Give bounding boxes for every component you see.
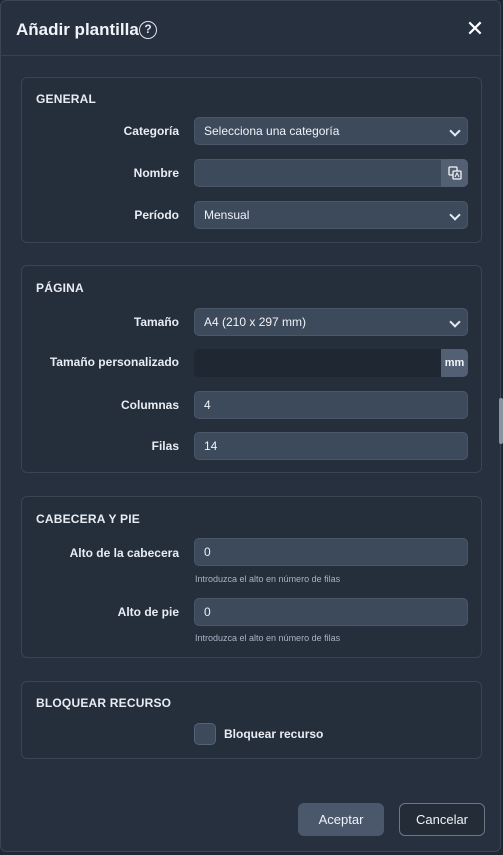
name-label: Nombre — [133, 166, 179, 180]
accept-button[interactable]: Aceptar — [298, 803, 384, 836]
category-select-value: Selecciona una categoría — [204, 124, 340, 138]
dialog-title: Añadir plantilla — [16, 20, 139, 39]
name-input[interactable] — [194, 159, 468, 187]
footer-height-input[interactable]: 0 — [194, 598, 468, 626]
dialog-header: Añadir plantilla ? ✕ — [1, 1, 500, 56]
help-icon[interactable]: ? — [139, 21, 157, 39]
footer-height-hint: Introduzca el alto en número de filas — [195, 633, 341, 643]
translate-icon[interactable] — [441, 159, 468, 187]
header-footer-section: CABECERA Y PIE Alto de la cabecera 0 Int… — [21, 496, 482, 658]
header-height-hint: Introduzca el alto en número de filas — [195, 574, 341, 584]
category-label: Categoría — [123, 124, 179, 138]
footer-height-label: Alto de pie — [117, 605, 179, 619]
unit-addon: mm — [441, 349, 468, 377]
general-section: GENERAL Categoría Selecciona una categor… — [21, 77, 482, 243]
lock-section: BLOQUEAR RECURSO Bloquear recurso — [21, 681, 482, 759]
size-label: Tamaño — [133, 315, 179, 329]
rows-label: Filas — [151, 439, 179, 453]
category-select[interactable]: Selecciona una categoría — [194, 117, 468, 145]
period-label: Período — [134, 208, 179, 222]
lock-resource-checkbox[interactable] — [194, 723, 216, 745]
chevron-down-icon — [449, 316, 461, 328]
custom-size-label: Tamaño personalizado — [49, 355, 179, 369]
lock-resource-label[interactable]: Bloquear recurso — [224, 727, 323, 741]
header-height-input[interactable]: 0 — [194, 538, 468, 566]
close-icon[interactable]: ✕ — [464, 18, 486, 40]
page-section-title: PÁGINA — [36, 281, 84, 295]
general-section-title: GENERAL — [36, 92, 97, 106]
header-height-label: Alto de la cabecera — [69, 546, 179, 560]
add-template-dialog: Añadir plantilla ? ✕ GENERAL Categoría S… — [0, 0, 501, 852]
chevron-down-icon — [449, 125, 461, 137]
columns-input[interactable]: 4 — [194, 391, 468, 419]
columns-label: Columnas — [120, 398, 179, 412]
header-footer-section-title: CABECERA Y PIE — [36, 512, 140, 526]
lock-section-title: BLOQUEAR RECURSO — [36, 696, 172, 710]
custom-size-input[interactable]: mm — [194, 349, 468, 377]
size-select-value: A4 (210 x 297 mm) — [204, 315, 307, 329]
size-select[interactable]: A4 (210 x 297 mm) — [194, 308, 468, 336]
rows-input[interactable]: 14 — [194, 432, 468, 460]
period-select-value: Mensual — [204, 208, 250, 222]
period-select[interactable]: Mensual — [194, 201, 468, 229]
page-section: PÁGINA Tamaño A4 (210 x 297 mm) Tamaño p… — [21, 265, 482, 473]
cancel-button[interactable]: Cancelar — [399, 803, 485, 836]
chevron-down-icon — [449, 209, 461, 221]
scrollbar-handle[interactable] — [499, 398, 503, 444]
